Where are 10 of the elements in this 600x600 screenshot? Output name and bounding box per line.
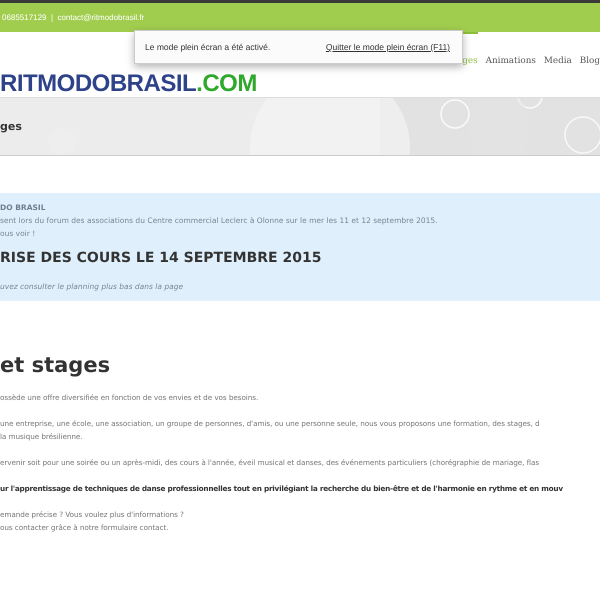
notification-message: Le mode plein écran a été activé.: [145, 42, 270, 52]
nav-link[interactable]: Media: [544, 32, 572, 97]
nav-link[interactable]: Animations: [486, 32, 536, 97]
notice-title: RISE DES COURS LE 14 SEPTEMBRE 2015: [0, 250, 322, 266]
page-title: ges: [0, 120, 22, 133]
contact-info: 0685517129 | contact@ritmodobrasil.fr: [2, 13, 144, 22]
nav-link[interactable]: Blog: [580, 32, 600, 97]
section-title: et stages: [0, 353, 112, 377]
site-logo[interactable]: RITMODOBRASIL.COM: [0, 72, 257, 96]
exit-fullscreen-link[interactable]: Quitter le mode plein écran (F11): [326, 42, 450, 52]
